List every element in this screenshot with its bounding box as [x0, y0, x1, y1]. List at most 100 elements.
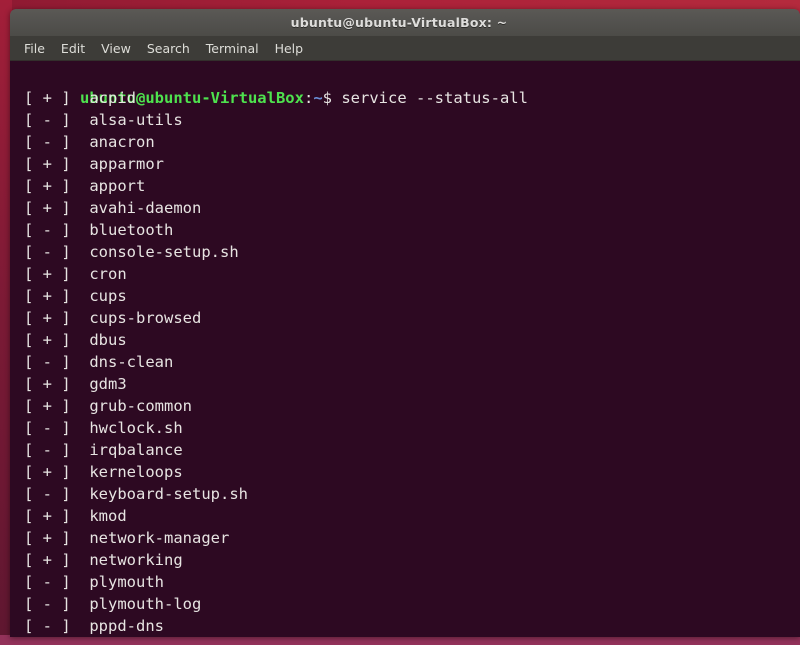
prompt-dollar: $ — [323, 89, 332, 107]
service-name: plymouth — [89, 573, 164, 591]
service-row-gap — [71, 507, 90, 525]
service-name: dbus — [89, 331, 126, 349]
service-row: [ + ] cups — [24, 285, 800, 307]
service-row: [ + ] gdm3 — [24, 373, 800, 395]
service-row-gap — [71, 133, 90, 151]
service-name: cron — [89, 265, 126, 283]
service-name: gdm3 — [89, 375, 126, 393]
service-status-marker: [ + ] — [24, 375, 71, 393]
service-name: alsa-utils — [89, 111, 182, 129]
service-name: console-setup.sh — [89, 243, 238, 261]
service-name: bluetooth — [89, 221, 173, 239]
service-row-gap — [71, 529, 90, 547]
service-row: [ + ] cups-browsed — [24, 307, 800, 329]
service-row: [ + ] kerneloops — [24, 461, 800, 483]
service-status-marker: [ + ] — [24, 89, 71, 107]
service-status-marker: [ - ] — [24, 573, 71, 591]
command-prompt-line: ubuntu@ubuntu-VirtualBox:~$ service --st… — [24, 65, 800, 87]
service-row: [ - ] bluetooth — [24, 219, 800, 241]
menu-item-help[interactable]: Help — [275, 41, 304, 56]
service-status-marker: [ - ] — [24, 353, 71, 371]
service-row-gap — [71, 573, 90, 591]
service-name: keyboard-setup.sh — [89, 485, 248, 503]
service-status-marker: [ - ] — [24, 441, 71, 459]
service-name: cups — [89, 287, 126, 305]
service-row-gap — [71, 331, 90, 349]
menubar: File Edit View Search Terminal Help — [10, 36, 800, 61]
service-status-list: [ + ] acpid[ - ] alsa-utils[ - ] anacron… — [24, 87, 800, 637]
service-status-marker: [ + ] — [24, 177, 71, 195]
service-row-gap — [71, 177, 90, 195]
menu-item-file[interactable]: File — [24, 41, 45, 56]
service-row-gap — [71, 265, 90, 283]
service-name: avahi-daemon — [89, 199, 201, 217]
service-status-marker: [ - ] — [24, 485, 71, 503]
service-status-marker: [ + ] — [24, 507, 71, 525]
service-row: [ + ] networking — [24, 549, 800, 571]
service-status-marker: [ - ] — [24, 419, 71, 437]
service-status-marker: [ - ] — [24, 595, 71, 613]
service-row: [ - ] irqbalance — [24, 439, 800, 461]
service-row: [ - ] plymouth-log — [24, 593, 800, 615]
menu-item-edit[interactable]: Edit — [61, 41, 85, 56]
service-row: [ - ] alsa-utils — [24, 109, 800, 131]
service-status-marker: [ + ] — [24, 397, 71, 415]
service-row-gap — [71, 221, 90, 239]
service-status-marker: [ - ] — [24, 133, 71, 151]
service-status-marker: [ + ] — [24, 529, 71, 547]
service-row: [ + ] network-manager — [24, 527, 800, 549]
service-name: kerneloops — [89, 463, 182, 481]
service-row: [ + ] apport — [24, 175, 800, 197]
menu-item-view[interactable]: View — [101, 41, 131, 56]
service-row-gap — [71, 419, 90, 437]
service-status-marker: [ - ] — [24, 111, 71, 129]
service-row: [ + ] dbus — [24, 329, 800, 351]
service-row-gap — [71, 89, 90, 107]
service-row-gap — [71, 287, 90, 305]
service-row: [ - ] dns-clean — [24, 351, 800, 373]
service-row-gap — [71, 551, 90, 569]
service-row: [ - ] anacron — [24, 131, 800, 153]
service-status-marker: [ + ] — [24, 287, 71, 305]
terminal-window: ubuntu@ubuntu-VirtualBox: ~ File Edit Vi… — [10, 9, 800, 637]
service-row-gap — [71, 441, 90, 459]
service-row: [ - ] pppd-dns — [24, 615, 800, 637]
menu-item-search[interactable]: Search — [147, 41, 190, 56]
service-row-gap — [71, 463, 90, 481]
service-row: [ + ] grub-common — [24, 395, 800, 417]
service-row: [ - ] console-setup.sh — [24, 241, 800, 263]
prompt-colon: : — [304, 89, 313, 107]
service-status-marker: [ + ] — [24, 551, 71, 569]
service-row-gap — [71, 617, 90, 635]
terminal-screen[interactable]: ubuntu@ubuntu-VirtualBox:~$ service --st… — [10, 61, 800, 637]
service-row-gap — [71, 243, 90, 261]
menu-item-terminal[interactable]: Terminal — [206, 41, 259, 56]
service-name: plymouth-log — [89, 595, 201, 613]
service-name: network-manager — [89, 529, 229, 547]
service-name: networking — [89, 551, 182, 569]
service-status-marker: [ - ] — [24, 243, 71, 261]
service-name: cups-browsed — [89, 309, 201, 327]
service-name: pppd-dns — [89, 617, 164, 635]
window-titlebar[interactable]: ubuntu@ubuntu-VirtualBox: ~ — [10, 9, 800, 36]
service-row: [ + ] cron — [24, 263, 800, 285]
service-name: dns-clean — [89, 353, 173, 371]
command-text: service --status-all — [332, 89, 528, 107]
service-row-gap — [71, 397, 90, 415]
window-title: ubuntu@ubuntu-VirtualBox: ~ — [291, 15, 508, 30]
service-row: [ + ] apparmor — [24, 153, 800, 175]
prompt-path: ~ — [313, 89, 322, 107]
service-row: [ - ] plymouth — [24, 571, 800, 593]
service-status-marker: [ - ] — [24, 221, 71, 239]
service-status-marker: [ + ] — [24, 199, 71, 217]
service-row: [ + ] kmod — [24, 505, 800, 527]
service-name: hwclock.sh — [89, 419, 182, 437]
service-name: acpid — [89, 89, 136, 107]
service-row-gap — [71, 353, 90, 371]
service-status-marker: [ + ] — [24, 309, 71, 327]
service-row-gap — [71, 375, 90, 393]
service-row: [ - ] hwclock.sh — [24, 417, 800, 439]
service-name: apparmor — [89, 155, 164, 173]
service-row-gap — [71, 595, 90, 613]
service-row: [ + ] avahi-daemon — [24, 197, 800, 219]
